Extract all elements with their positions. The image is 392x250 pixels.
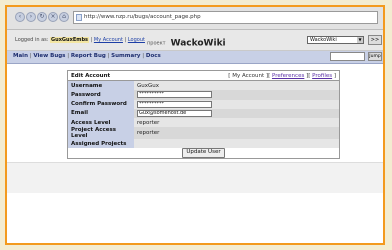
page-footer <box>7 162 383 193</box>
email-row: Email Gux@somehost.de <box>67 108 340 118</box>
menu-item-report-bug[interactable]: Report Bug <box>71 53 106 59</box>
logout-link[interactable]: Logout <box>128 37 145 43</box>
preferences-link[interactable]: Preferences <box>272 73 304 79</box>
project-select-value: WackoWiki <box>310 37 337 43</box>
assigned-projects-value <box>134 139 340 149</box>
form-title: Edit Account <box>67 70 134 82</box>
menu-items: Main | View Bugs | Report Bug | Summary … <box>13 53 161 59</box>
address-bar[interactable]: http://www.nzp.ru/bugs/account_page.php <box>73 11 378 24</box>
logged-in-label: Logged in as: <box>15 37 49 43</box>
links-bracket: ][ <box>264 72 272 79</box>
password-row: Password ********** <box>67 90 340 100</box>
access-level-label: Access Level <box>67 117 134 128</box>
stop-icon[interactable]: × <box>48 12 58 22</box>
username-label: Username <box>67 80 134 91</box>
assigned-projects-row: Assigned Projects <box>67 139 340 149</box>
access-level-value: reporter <box>134 117 340 128</box>
menu-item-summary[interactable]: Summary <box>111 53 140 59</box>
my-account-tab[interactable]: My Account <box>232 73 264 79</box>
header-band: Logged in as: GuxGuxEmbs | My Account | … <box>7 30 383 51</box>
project-access-value: reporter <box>134 127 340 140</box>
address-url: http://www.nzp.ru/bugs/account_page.php <box>84 14 201 20</box>
menu-item-view-bugs[interactable]: View Bugs <box>33 53 65 59</box>
page-icon <box>76 14 82 21</box>
confirm-password-field[interactable]: ********** <box>137 100 212 108</box>
access-level-row: Access Level reporter <box>67 117 340 128</box>
links-bracket: ] <box>332 72 336 79</box>
switch-project-button[interactable]: >> <box>368 35 382 45</box>
project-access-label: Project Access Level <box>67 127 134 140</box>
browser-window: ‹ › ↻ × ⌂ http://www.nzp.ru/bugs/account… <box>5 5 385 245</box>
menu-item-docs[interactable]: Docs <box>146 53 161 59</box>
login-info: Logged in as: GuxGuxEmbs | My Account | … <box>15 37 145 43</box>
update-user-button[interactable]: Update User <box>182 148 225 159</box>
assigned-projects-label: Assigned Projects <box>67 139 134 149</box>
chevron-down-icon: ▼ <box>357 37 363 43</box>
username-value: GuxGux <box>134 80 340 91</box>
email-field[interactable]: Gux@somehost.de <box>137 109 212 117</box>
logo-prefix: проект <box>147 40 166 47</box>
my-account-link[interactable]: My Account <box>94 37 123 43</box>
logo-name: WackoWiki <box>170 38 226 49</box>
submit-row: Update User <box>67 148 340 159</box>
edit-account-form: Edit Account [ My Account ][ Preferences… <box>67 70 340 160</box>
project-select[interactable]: WackoWiki ▼ <box>307 36 364 44</box>
email-label: Email <box>67 108 134 118</box>
username-row: Username GuxGux <box>67 80 340 91</box>
reload-icon[interactable]: ↻ <box>37 12 47 22</box>
back-icon[interactable]: ‹ <box>15 12 25 22</box>
links-bracket: ][ <box>304 72 313 79</box>
page-content: Logged in as: GuxGuxEmbs | My Account | … <box>7 30 383 243</box>
forward-icon[interactable]: › <box>26 12 36 22</box>
profiles-link[interactable]: Profiles <box>312 73 332 79</box>
password-label: Password <box>67 90 134 100</box>
jump-button[interactable]: Jump <box>368 52 382 61</box>
main-menu: Main | View Bugs | Report Bug | Summary … <box>7 51 383 64</box>
account-links: [ My Account ][ Preferences ][ Profiles … <box>134 70 340 82</box>
current-user: GuxGuxEmbs <box>50 37 90 43</box>
password-field[interactable]: ********** <box>137 91 212 99</box>
project-access-row: Project Access Level reporter <box>67 127 340 140</box>
jump-input[interactable] <box>330 52 365 61</box>
browser-navbar: ‹ › ↻ × ⌂ http://www.nzp.ru/bugs/account… <box>7 7 383 30</box>
home-icon[interactable]: ⌂ <box>59 12 69 22</box>
site-logo: проект WackoWiki <box>147 33 226 52</box>
confirm-password-label: Confirm Password <box>67 99 134 109</box>
form-header: Edit Account [ My Account ][ Preferences… <box>67 70 340 82</box>
confirm-password-row: Confirm Password ********** <box>67 99 340 109</box>
menu-item-main[interactable]: Main <box>13 53 28 59</box>
